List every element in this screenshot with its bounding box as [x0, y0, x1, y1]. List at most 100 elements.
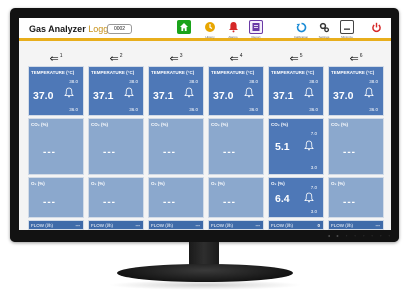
temperature-low-limit: 36.0: [69, 107, 78, 112]
alarm-bell-icon: [64, 87, 74, 98]
alarm-bell-icon: [124, 87, 134, 98]
app-title: Gas Analyzer Logger: [29, 24, 116, 34]
home-icon: [180, 23, 188, 31]
temperature-label: TEMPERATURE (°C): [91, 70, 135, 75]
channel-number: 6: [359, 52, 363, 59]
channel-column-5: ⇐ 5 TEMPERATURE (°C) 37.1 38.0 36.0 CO₂ (…: [268, 51, 324, 230]
refresh-icon: [296, 22, 306, 32]
flow-panel[interactable]: FLOW (l/h) 0: [268, 220, 324, 230]
temperature-panel[interactable]: TEMPERATURE (°C) 37.1 38.0 36.0: [88, 66, 144, 116]
alarm-bell-icon: [184, 87, 194, 98]
temperature-label: TEMPERATURE (°C): [331, 70, 375, 75]
o2-panel[interactable]: O₂ (%) ---: [148, 177, 204, 218]
header-bar: Gas Analyzer Logger 0002 History Alarms …: [19, 18, 391, 41]
o2-panel[interactable]: O₂ (%) ---: [88, 177, 144, 218]
o2-label: O₂ (%): [91, 181, 105, 186]
o2-label: O₂ (%): [331, 181, 345, 186]
o2-panel[interactable]: O₂ (%) ---: [28, 177, 84, 218]
alarm-bell-icon: [304, 192, 314, 203]
power-button[interactable]: [369, 20, 383, 34]
report-label: Report: [251, 35, 261, 39]
temperature-value: 37.0: [33, 90, 54, 102]
o2-label: O₂ (%): [271, 181, 285, 186]
probe-arrow-icon: ⇐: [109, 52, 119, 65]
temperature-panel[interactable]: TEMPERATURE (°C) 37.0 38.0 36.0: [328, 66, 384, 116]
temperature-high-limit: 38.0: [189, 79, 198, 84]
monitor-base: [117, 264, 293, 282]
temperature-label: TEMPERATURE (°C): [271, 70, 315, 75]
temperature-low-limit: 36.0: [189, 107, 198, 112]
temperature-high-limit: 38.0: [309, 79, 318, 84]
co2-value: ---: [343, 147, 356, 158]
minimize-label: Minimize: [341, 35, 353, 39]
alarms-button[interactable]: [226, 20, 240, 34]
calibration-button[interactable]: [294, 20, 308, 34]
co2-panel[interactable]: CO₂ (%) ---: [28, 118, 84, 175]
o2-value: ---: [163, 197, 176, 208]
device-id-field[interactable]: 0002: [107, 24, 132, 34]
temperature-value: 37.0: [213, 90, 234, 102]
channel-column-2: ⇐ 2 TEMPERATURE (°C) 37.1 38.0 36.0 CO₂ (…: [88, 51, 144, 230]
o2-panel[interactable]: O₂ (%) 7.0 6.4 3.0: [268, 177, 324, 218]
channel-column-6: ⇐ 6 TEMPERATURE (°C) 37.0 38.0 36.0 CO₂ (…: [328, 51, 384, 230]
co2-label: CO₂ (%): [91, 122, 108, 127]
flow-label: FLOW (l/h): [31, 223, 53, 228]
temperature-low-limit: 36.0: [249, 107, 258, 112]
co2-panel[interactable]: CO₂ (%) ---: [88, 118, 144, 175]
co2-panel[interactable]: CO₂ (%) ---: [208, 118, 264, 175]
home-button[interactable]: [177, 20, 191, 34]
channel-number: 4: [239, 52, 243, 59]
settings-icon: [319, 22, 329, 32]
co2-panel[interactable]: CO₂ (%) ---: [328, 118, 384, 175]
o2-panel[interactable]: O₂ (%) ---: [208, 177, 264, 218]
report-button[interactable]: [249, 20, 263, 34]
channel-number: 3: [179, 52, 183, 59]
app-title-main: Gas Analyzer: [29, 24, 86, 34]
co2-low-limit: 3.0: [310, 165, 317, 170]
flow-panel[interactable]: FLOW (l/h) ---: [328, 220, 384, 230]
temperature-high-limit: 38.0: [129, 79, 138, 84]
co2-panel[interactable]: CO₂ (%) 7.0 5.1 3.0: [268, 118, 324, 175]
flow-panel[interactable]: FLOW (l/h) ---: [28, 220, 84, 230]
channel-number: 2: [119, 52, 123, 59]
co2-value: 5.1: [275, 141, 290, 153]
co2-panel[interactable]: CO₂ (%) ---: [148, 118, 204, 175]
temperature-label: TEMPERATURE (°C): [31, 70, 75, 75]
temperature-value: 37.0: [333, 90, 354, 102]
temperature-high-limit: 38.0: [369, 79, 378, 84]
channel-number: 5: [299, 52, 303, 59]
flow-value: ---: [375, 223, 381, 228]
co2-value: ---: [103, 147, 116, 158]
alarm-bell-icon: [364, 87, 374, 98]
temperature-panel[interactable]: TEMPERATURE (°C) 37.0 38.0 36.0: [208, 66, 264, 116]
o2-panel[interactable]: O₂ (%) ---: [328, 177, 384, 218]
settings-button[interactable]: [317, 20, 331, 34]
flow-panel[interactable]: FLOW (l/h) ---: [148, 220, 204, 230]
history-button[interactable]: [203, 20, 217, 34]
clock-icon: [205, 22, 215, 32]
channel-header: ⇐ 3: [148, 51, 204, 65]
temperature-panel[interactable]: TEMPERATURE (°C) 37.1 38.0 36.0: [148, 66, 204, 116]
minimize-icon: [344, 28, 350, 30]
flow-panel[interactable]: FLOW (l/h) ---: [208, 220, 264, 230]
temperature-panel[interactable]: TEMPERATURE (°C) 37.0 38.0 36.0: [28, 66, 84, 116]
co2-label: CO₂ (%): [331, 122, 348, 127]
report-icon: [252, 23, 260, 31]
flow-panel[interactable]: FLOW (l/h) ---: [88, 220, 144, 230]
temperature-value: 37.1: [93, 90, 114, 102]
o2-label: O₂ (%): [151, 181, 165, 186]
co2-label: CO₂ (%): [211, 122, 228, 127]
flow-label: FLOW (l/h): [151, 223, 173, 228]
channel-number: 1: [59, 52, 63, 59]
alarm-bell-icon: [304, 140, 314, 151]
probe-arrow-icon: ⇐: [49, 52, 59, 65]
o2-label: O₂ (%): [211, 181, 225, 186]
temperature-panel[interactable]: TEMPERATURE (°C) 37.1 38.0 36.0: [268, 66, 324, 116]
temperature-label: TEMPERATURE (°C): [151, 70, 195, 75]
o2-high-limit: 7.0: [310, 185, 317, 190]
flow-value: ---: [135, 223, 141, 228]
minimize-button[interactable]: [340, 20, 354, 34]
o2-low-limit: 3.0: [310, 209, 317, 214]
temperature-value: 37.1: [153, 90, 174, 102]
o2-value: 6.4: [275, 193, 290, 205]
